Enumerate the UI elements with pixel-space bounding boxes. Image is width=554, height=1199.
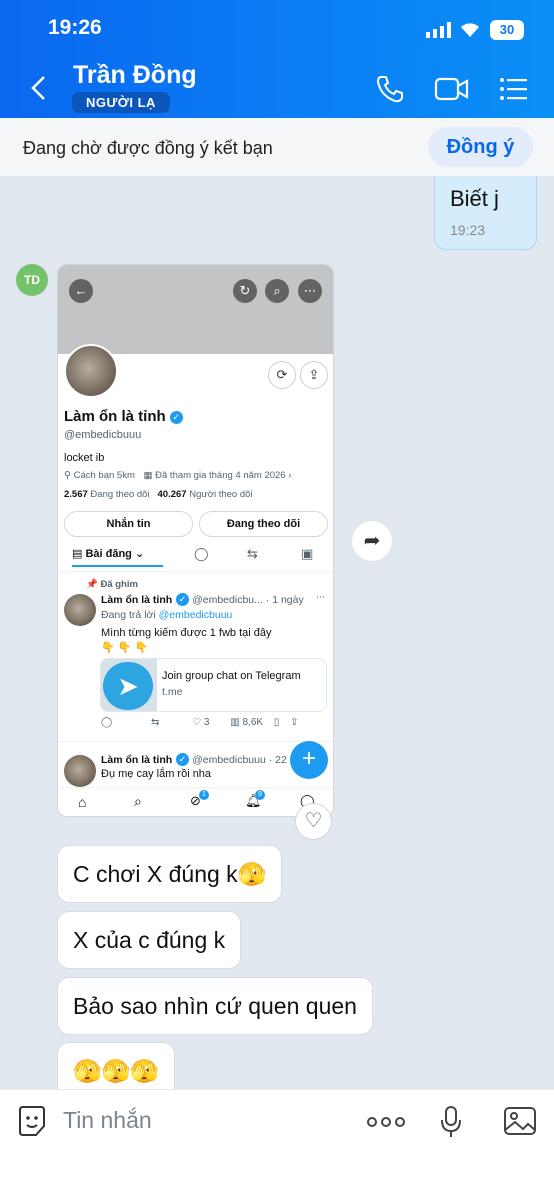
reply-icon: ◯ [101,717,113,728]
home-icon: ⌂ [78,794,87,810]
pin-icon: 📌 [86,579,101,590]
profile-name: Làm ổn là tỉnh ✓ [64,408,183,425]
stranger-badge: NGƯỜI LẠ [72,92,170,113]
post-divider [58,741,333,742]
post-more-icon: ⋯ [316,592,326,603]
verified-icon: ✓ [176,753,190,766]
profile-handle: @embedicbuuu [64,429,142,441]
menu-icon[interactable] [499,77,529,106]
status-time: 19:26 [48,16,102,39]
telegram-thumbnail: ➤ [101,659,157,711]
following-button: Đang theo dõi [199,511,328,537]
verified-icon: ✓ [176,593,190,606]
x-bottom-nav: ⌂ ⌕ ⊘ 1 🔔︎ 9 ◯ [58,787,333,816]
wifi-icon [458,19,482,44]
input-bar [0,1089,554,1199]
nav-badge: 9 [255,790,265,800]
bookmark-icon: ▯ [273,717,280,728]
post1-reply: Đang trả lời @embedicbuuu [101,609,233,621]
post2-header: Làm ổn là tỉnh ✓ @embedicbuuu · 22 giờ [101,753,305,766]
repost-icon: ⇆ [150,717,160,728]
search-icon: ⌕ [265,279,289,303]
accept-button[interactable]: Đồng ý [428,127,533,167]
message-button: Nhắn tin [64,511,193,537]
shared-image[interactable]: ← ↻ ⌕ ⋯ ⟳ ⇪ Làm ổn là tỉnh ✓ @embedicbuuu… [57,264,334,817]
refresh-icon: ↻ [233,279,257,303]
verified-icon: ✓ [169,411,183,424]
contact-name[interactable]: Trần Đồng [73,61,197,90]
message-bubble[interactable]: X của c đúng k [57,911,242,969]
nav-badge: 1 [199,790,209,800]
tab-divider [58,571,333,572]
views-icon: ▥ [230,717,240,728]
location-icon: ⚲ [64,470,74,481]
profile-banner [58,265,333,354]
heart-icon[interactable]: ♡ [295,803,332,840]
call-icon[interactable] [375,74,405,109]
like-icon: ♡ [192,717,202,728]
post1-text: Mình từng kiếm được 1 fwb tại đây [101,627,272,639]
subscribe-icon: ⟳ [268,361,296,389]
pinned-label: 📌 Đã ghim [86,579,138,590]
post1-header: Làm ổn là tỉnh ✓ @embedicbu... · 1 ngày [101,593,304,606]
post1-actions: ◯ ⇆ ♡ 3 ▥ 8,6K ▯ ⇪ [101,717,299,728]
reposts-tab-icon: ⇆ [247,546,258,561]
search-nav-icon: ⌕ [134,793,142,809]
profile-meta: ⚲ Cách bạn 5km ▦ Đã tham gia tháng 4 năm… [64,470,292,481]
replies-tab-icon: ◯ [194,546,209,561]
post1-emojis: 👇 👇 👇 [101,642,149,654]
sticker-icon[interactable] [16,1104,48,1143]
posts-icon: ▤ [72,548,86,560]
media-tab-icon: ▣ [301,546,314,561]
tab-posts: ▤ Bài đăng ⌄ [72,547,163,567]
own-message-text: Biết j [450,186,499,211]
message-bubble[interactable]: C chơi X đúng k🫣 [57,845,283,903]
image-icon[interactable] [503,1105,537,1142]
sender-avatar[interactable]: TD [16,264,48,296]
share-profile-icon: ⇪ [300,361,328,389]
profile-avatar [64,344,118,398]
telegram-icon: ➤ [103,662,153,710]
link-domain: t.me [162,686,183,698]
share-post-icon: ⇪ [290,717,299,728]
compose-icon: + [290,741,328,779]
message-bubble[interactable]: Bảo sao nhìn cứ quen quen [57,977,373,1035]
back-button[interactable] [28,74,48,107]
more-icon: ⋯ [298,279,322,303]
link-title: Join group chat on Telegram [162,670,301,682]
forward-icon[interactable]: ➦ [351,520,393,562]
link-preview: ➤ Join group chat on Telegram t.me [100,658,327,712]
own-message-time: 19:23 [450,222,486,238]
post2-text: Đụ mẹ cay lắm rồi nha [101,768,212,780]
post-avatar [64,755,96,787]
video-call-icon[interactable] [434,76,470,107]
signal-icon [426,22,452,43]
post-avatar [64,594,96,626]
back-arrow-icon: ← [69,279,93,303]
calendar-icon: ▦ [143,470,156,481]
profile-bio: locket ib [64,452,105,464]
follow-stats: 2.567 Đang theo dõi 40.267 Người theo dõ… [64,489,253,500]
battery-indicator: 30 [490,20,524,40]
voice-input-icon[interactable] [438,1104,464,1143]
more-options-icon[interactable] [366,1115,406,1134]
pending-text: Đang chờ được đồng ý kết bạn [23,138,273,158]
message-input[interactable]: Tin nhắn [63,1107,152,1134]
